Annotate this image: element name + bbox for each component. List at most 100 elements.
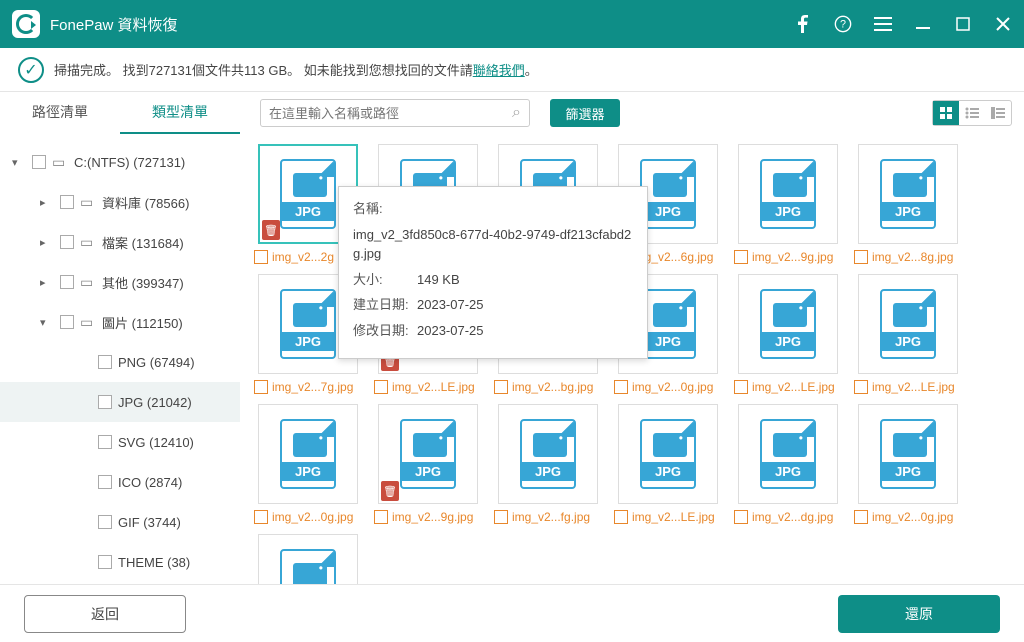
checkbox[interactable] [32, 155, 46, 169]
toolbar: 路徑清單 類型清單 ⌕ 篩選器 [0, 92, 1024, 134]
checkbox[interactable] [98, 515, 112, 529]
back-button[interactable]: 返回 [24, 595, 186, 633]
checkbox[interactable] [254, 510, 268, 524]
file-thumb[interactable]: JPG🗑img_v2...9g.jpg [374, 404, 482, 524]
search-box[interactable]: ⌕ [260, 99, 530, 127]
file-name: img_v2...9g.jpg [392, 510, 482, 524]
checkbox[interactable] [98, 395, 112, 409]
file-name: img_v2...8g.jpg [872, 250, 962, 264]
tt-size-label: 大小: [353, 270, 417, 290]
checkbox[interactable] [60, 195, 74, 209]
disk-icon: ▭ [52, 154, 68, 171]
tab-type[interactable]: 類型清單 [120, 92, 240, 134]
view-grid-icon[interactable] [933, 101, 959, 125]
tree-item[interactable]: SVG (12410) [0, 422, 240, 462]
tree-label: SVG (12410) [118, 435, 194, 450]
checkbox[interactable] [60, 235, 74, 249]
checkbox[interactable] [854, 380, 868, 394]
file-thumb[interactable]: JPGimg_v2...LE.jpg [614, 404, 722, 524]
image-icon: ▭ [80, 314, 96, 331]
checkbox[interactable] [374, 380, 388, 394]
checkbox[interactable] [98, 555, 112, 569]
app-title: FonePaw 資料恢復 [50, 14, 178, 35]
maximize-icon[interactable] [954, 15, 972, 33]
file-thumb[interactable]: JPGimg_v2...LE.jpg [254, 534, 362, 584]
folder-icon: ▭ [80, 274, 96, 291]
checkbox[interactable] [614, 510, 628, 524]
checkbox[interactable] [60, 315, 74, 329]
file-tooltip: 名稱: img_v2_3fd850c8-677d-40b2-9749-df213… [338, 186, 648, 359]
sidebar-tree: ▾▭C:(NTFS) (727131)▸▭資料庫 (78566)▸▭檔案 (13… [0, 134, 240, 584]
status-dot: 。 [525, 60, 538, 79]
checkbox[interactable] [734, 250, 748, 264]
checkbox[interactable] [614, 380, 628, 394]
tree-item[interactable]: GIF (3744) [0, 502, 240, 542]
checkbox[interactable] [60, 275, 74, 289]
checkbox[interactable] [494, 510, 508, 524]
checkbox[interactable] [98, 435, 112, 449]
view-list-icon[interactable] [959, 101, 985, 125]
close-icon[interactable] [994, 15, 1012, 33]
file-thumb[interactable]: JPGimg_v2...LE.jpg [854, 274, 962, 394]
search-icon[interactable]: ⌕ [512, 104, 521, 122]
help-icon[interactable]: ? [834, 15, 852, 33]
checkbox[interactable] [98, 475, 112, 489]
file-name: img_v2...bg.jpg [512, 380, 602, 394]
tree-label: C:(NTFS) (727131) [74, 155, 185, 170]
file-thumb[interactable]: JPGimg_v2...9g.jpg [734, 144, 842, 264]
tt-modified-label: 修改日期: [353, 321, 417, 341]
checkbox[interactable] [734, 510, 748, 524]
tree-item[interactable]: THEME (38) [0, 542, 240, 582]
recover-button[interactable]: 還原 [838, 595, 1000, 633]
footer: 返回 還原 [0, 584, 1024, 642]
file-name: img_v2...dg.jpg [752, 510, 842, 524]
tree-item[interactable]: JPG (21042) [0, 382, 240, 422]
checkbox[interactable] [98, 355, 112, 369]
view-detail-icon[interactable] [985, 101, 1011, 125]
tt-name-label: 名稱: [353, 199, 417, 219]
contact-link[interactable]: 聯絡我們 [473, 60, 525, 79]
tt-created: 2023-07-25 [417, 295, 633, 315]
tab-path[interactable]: 路徑清單 [0, 92, 120, 134]
tree-item[interactable]: ▾ ▭ 圖片 (112150) [0, 302, 240, 342]
tree-label: THEME (38) [118, 555, 190, 570]
svg-text:?: ? [840, 19, 846, 31]
tree-item[interactable]: ▸▭資料庫 (78566) [0, 182, 240, 222]
file-name: img_v2...fg.jpg [512, 510, 602, 524]
file-thumb[interactable]: JPGimg_v2...fg.jpg [494, 404, 602, 524]
tree-item[interactable]: ICO (2874) [0, 462, 240, 502]
tree-label: GIF (3744) [118, 515, 181, 530]
facebook-icon[interactable] [794, 15, 812, 33]
menu-icon[interactable] [874, 15, 892, 33]
checkbox[interactable] [854, 510, 868, 524]
tt-name: img_v2_3fd850c8-677d-40b2-9749-df213cfab… [353, 225, 633, 264]
file-grid: 名稱: img_v2_3fd850c8-677d-40b2-9749-df213… [240, 134, 1024, 584]
minimize-icon[interactable] [914, 15, 932, 33]
tree-item[interactable]: ▸▭其他 (399347) [0, 262, 240, 302]
file-thumb[interactable]: JPGimg_v2...0g.jpg [254, 404, 362, 524]
chevron-down-icon[interactable]: ▾ [12, 156, 26, 169]
file-thumb[interactable]: JPGimg_v2...dg.jpg [734, 404, 842, 524]
status-text: 掃描完成。 找到727131個文件共113 GB。 如未能找到您想找回的文件請 [54, 60, 473, 79]
chevron-right-icon[interactable]: ▸ [40, 236, 54, 249]
filter-button[interactable]: 篩選器 [550, 99, 620, 127]
checkbox[interactable] [374, 510, 388, 524]
chevron-right-icon[interactable]: ▸ [40, 196, 54, 209]
tree-item[interactable]: ▾ ▭ C:(NTFS) (727131) [0, 142, 240, 182]
file-thumb[interactable]: JPGimg_v2...8g.jpg [854, 144, 962, 264]
tree-label: 資料庫 (78566) [102, 193, 189, 212]
file-thumb[interactable]: JPGimg_v2...0g.jpg [854, 404, 962, 524]
tree-label: JPG (21042) [118, 395, 192, 410]
checkbox[interactable] [254, 380, 268, 394]
checkbox[interactable] [254, 250, 268, 264]
checkbox[interactable] [494, 380, 508, 394]
checkbox[interactable] [854, 250, 868, 264]
search-input[interactable] [269, 106, 512, 121]
tree-item[interactable]: PNG (67494) [0, 342, 240, 382]
tree-label: 圖片 (112150) [102, 313, 183, 332]
tree-item[interactable]: ▸▭檔案 (131684) [0, 222, 240, 262]
file-thumb[interactable]: JPGimg_v2...LE.jpg [734, 274, 842, 394]
chevron-right-icon[interactable]: ▸ [40, 276, 54, 289]
chevron-down-icon[interactable]: ▾ [40, 316, 54, 329]
checkbox[interactable] [734, 380, 748, 394]
